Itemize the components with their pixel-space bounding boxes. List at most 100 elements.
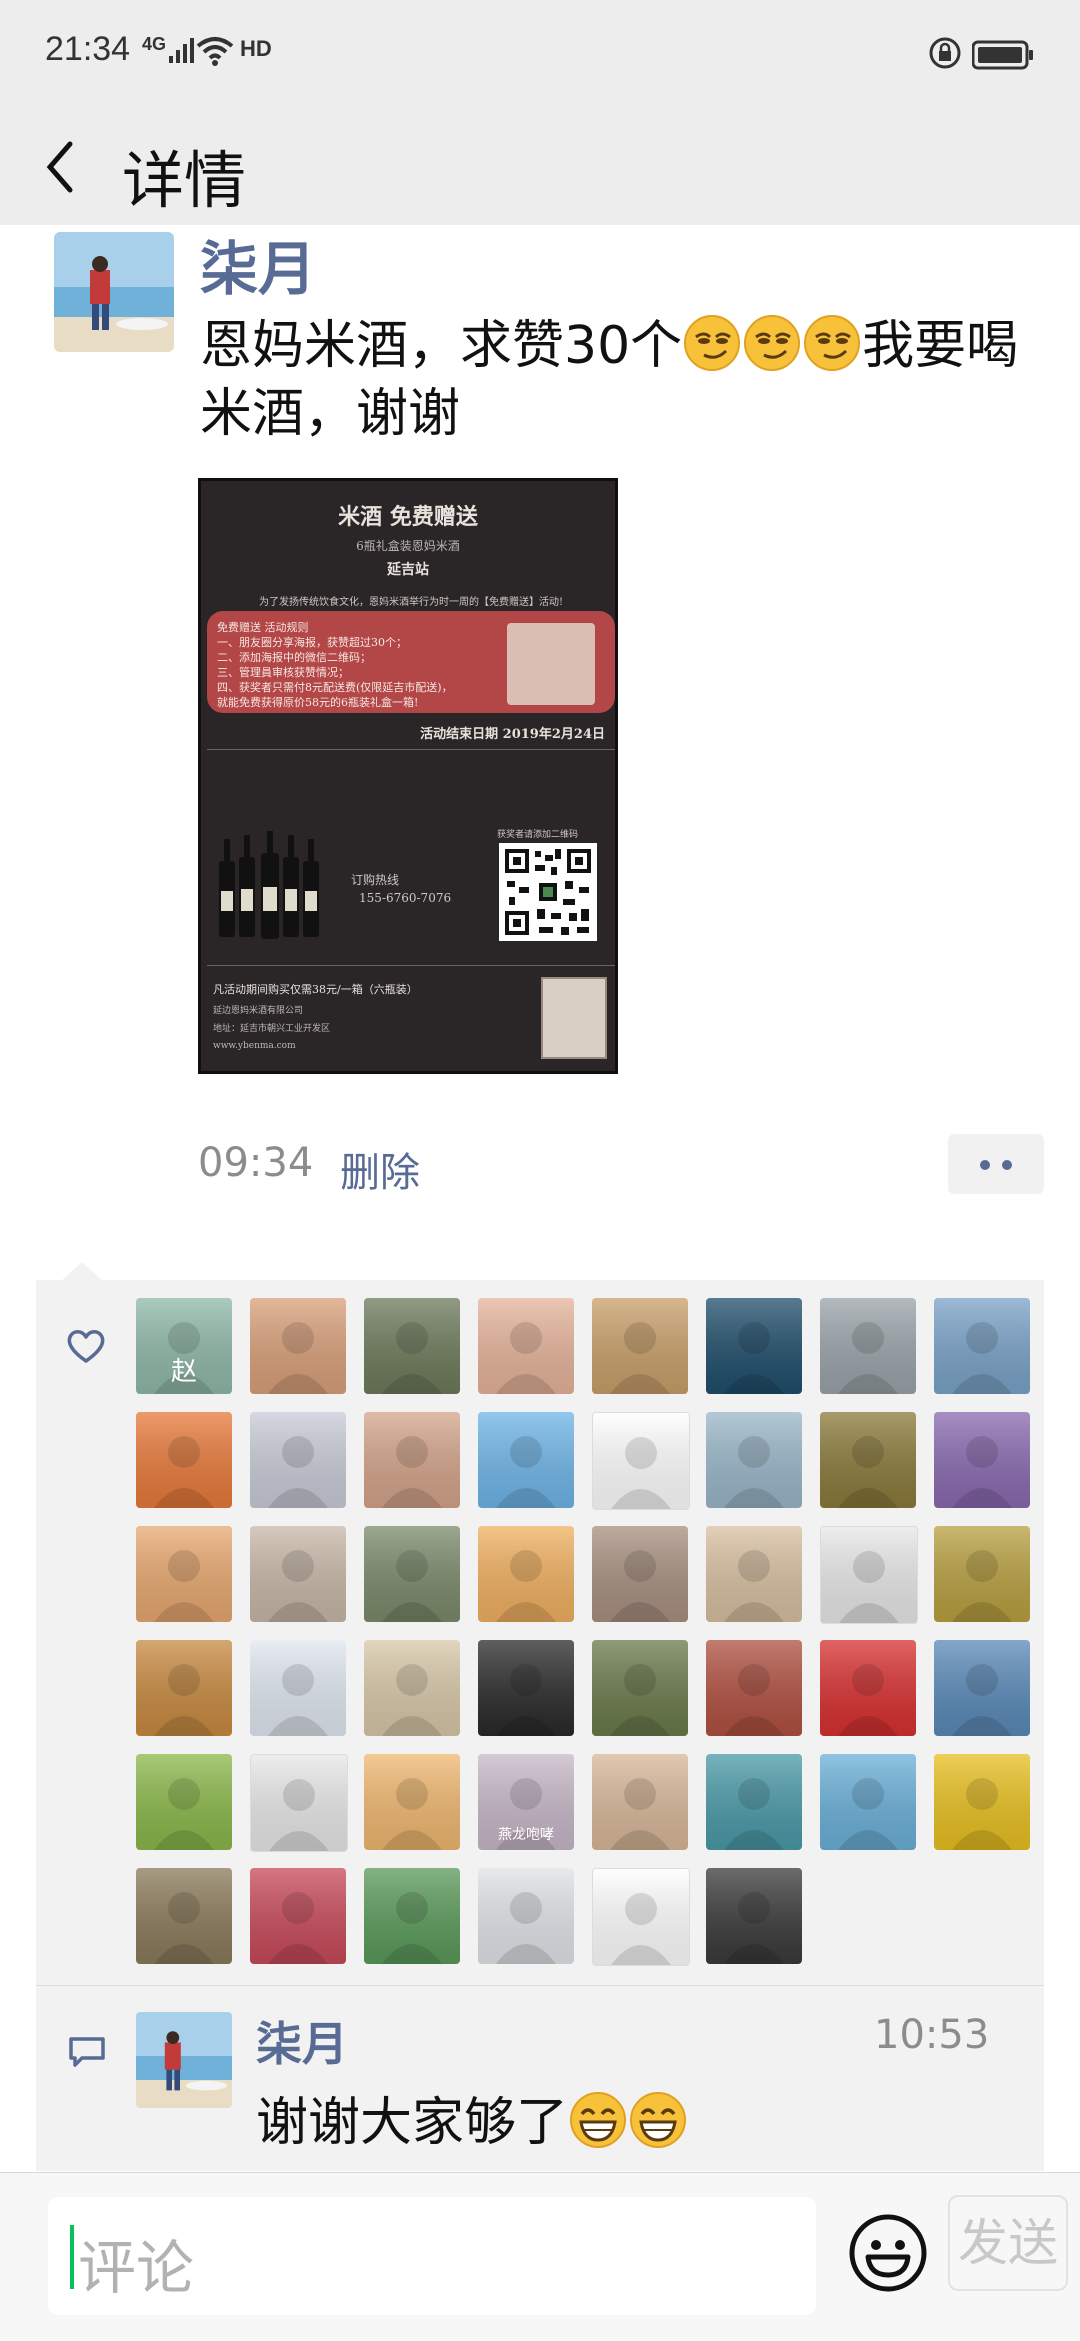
like-avatar[interactable]: 燕龙咆哮: [478, 1754, 574, 1850]
delete-link[interactable]: 删除: [340, 1140, 420, 1198]
like-avatar[interactable]: [250, 1298, 346, 1394]
poster-city: 延吉站: [387, 562, 429, 578]
comment-text-body: 谢谢大家够了: [256, 2093, 569, 2153]
like-avatar[interactable]: 赵: [136, 1298, 232, 1394]
nav-bar: 详情: [0, 110, 1080, 225]
poster-rules: 免费赠送 活动规则 一、朋友圈分享海报，获赞超过30个； 二、添加海报中的微信二…: [207, 611, 615, 713]
like-avatar[interactable]: [820, 1412, 916, 1508]
comment-input[interactable]: 评论: [48, 2197, 816, 2315]
wifi-icon: [196, 37, 234, 66]
like-avatar[interactable]: [364, 1298, 460, 1394]
commenter-avatar[interactable]: [136, 2012, 232, 2108]
comment-input-bar: 评论 发送: [0, 2172, 1080, 2341]
send-button[interactable]: 发送: [948, 2195, 1068, 2291]
poster-rule: 四、获奖者只需付8元配送费(仅限延吉市配送)，: [217, 681, 453, 694]
comment-icon: [69, 2037, 105, 2067]
poster-qr-caption: 获奖者请添加二维码: [497, 830, 579, 840]
like-avatar[interactable]: [706, 1526, 802, 1622]
like-avatar[interactable]: [364, 1868, 460, 1964]
like-avatar[interactable]: [934, 1526, 1030, 1622]
text-caret: [70, 2225, 74, 2289]
like-avatar[interactable]: [478, 1640, 574, 1736]
like-avatar[interactable]: [478, 1412, 574, 1508]
like-avatar[interactable]: [706, 1298, 802, 1394]
like-avatar[interactable]: [250, 1868, 346, 1964]
smirk-emoji-icon: [744, 315, 801, 371]
like-avatar[interactable]: [706, 1754, 802, 1850]
heart-icon: [67, 1330, 105, 1363]
like-avatar[interactable]: [820, 1298, 916, 1394]
like-avatar[interactable]: [250, 1754, 348, 1852]
poster-bottles-image: [219, 831, 319, 939]
poster-rule: 免费赠送 活动规则: [217, 621, 309, 634]
like-avatar[interactable]: [250, 1526, 346, 1622]
likes-panel-pointer: [60, 1262, 104, 1282]
poster-subtitle: 6瓶礼盒装恩妈米酒: [356, 539, 460, 553]
like-avatar[interactable]: [136, 1412, 232, 1508]
like-avatar[interactable]: [592, 1526, 688, 1622]
like-avatar[interactable]: [478, 1526, 574, 1622]
like-avatar[interactable]: [592, 1640, 688, 1736]
like-avatar[interactable]: [706, 1412, 802, 1508]
like-avatar[interactable]: [592, 1868, 690, 1966]
post-text: 恩妈米酒，求赞30个 我要喝米酒，谢谢: [200, 312, 1030, 448]
comment-placeholder: 评论: [78, 2234, 195, 2302]
comment-time: 10:53: [874, 2012, 990, 2058]
like-avatar[interactable]: [934, 1298, 1030, 1394]
post-image[interactable]: 米酒 免费赠送 6瓶礼盒装恩妈米酒 延吉站 为了发扬传统饮食文化，恩妈米酒举行为…: [198, 478, 618, 1074]
poster-title: 米酒 免费赠送: [338, 504, 478, 530]
like-avatar[interactable]: [592, 1754, 688, 1850]
commenter-name[interactable]: 柒月: [256, 2008, 348, 2074]
like-avatar[interactable]: [250, 1412, 346, 1508]
like-avatar[interactable]: [820, 1754, 916, 1850]
author-avatar[interactable]: [54, 232, 174, 352]
like-avatar[interactable]: [820, 1640, 916, 1736]
emoji-face-icon[interactable]: [848, 2213, 928, 2293]
poster-divider: [207, 749, 615, 750]
poster-product-photo: [507, 623, 595, 705]
smirk-emoji-icon: [804, 315, 861, 371]
like-avatar-label: 燕龙咆哮: [498, 1827, 554, 1843]
like-avatar[interactable]: [934, 1754, 1030, 1850]
like-avatar[interactable]: [364, 1640, 460, 1736]
like-avatar[interactable]: [934, 1640, 1030, 1736]
like-avatar[interactable]: [478, 1298, 574, 1394]
like-avatar[interactable]: [706, 1868, 802, 1964]
poster-end-date: 活动结束日期 2019年2月24日: [420, 727, 605, 742]
post-text-part1: 恩妈米酒，求赞30个: [200, 316, 683, 376]
poster-hotline-label: 订购热线: [351, 873, 400, 887]
grin-emoji-icon: [630, 2092, 687, 2148]
like-avatar-label: 赵: [170, 1357, 197, 1387]
like-avatar[interactable]: [250, 1640, 346, 1736]
like-avatar[interactable]: [592, 1298, 688, 1394]
like-avatar[interactable]: [136, 1640, 232, 1736]
like-avatar[interactable]: [364, 1526, 460, 1622]
status-time: 21:34: [45, 30, 131, 68]
poster-rule: 三、管理員审核获赞情况；: [217, 666, 349, 679]
like-avatar[interactable]: [364, 1412, 460, 1508]
poster-rule: 就能免费获得原价58元的6瓶装礼盒一箱!: [217, 696, 419, 709]
poster-intro: 为了发扬传统饮食文化，恩妈米酒举行为时一周的【免费赠送】活动!: [258, 597, 564, 608]
poster-divider: [207, 965, 615, 966]
chevron-left-icon[interactable]: [40, 132, 80, 202]
like-avatar[interactable]: [364, 1754, 460, 1850]
like-avatar[interactable]: [706, 1640, 802, 1736]
like-avatar[interactable]: [136, 1868, 232, 1964]
comment-text[interactable]: 谢谢大家够了: [256, 2080, 688, 2155]
lock-rotation-icon: [929, 37, 961, 69]
status-bar: 21:34 4G HD: [0, 0, 1080, 110]
poster-rule: 二、添加海报中的微信二维码；: [217, 651, 371, 664]
network-type: 4G: [142, 34, 167, 54]
like-avatar[interactable]: [592, 1412, 690, 1510]
like-avatar[interactable]: [934, 1412, 1030, 1508]
more-dots-icon[interactable]: [948, 1134, 1044, 1194]
like-avatar[interactable]: [136, 1526, 232, 1622]
author-name[interactable]: 柒月: [200, 222, 316, 306]
like-avatar[interactable]: [820, 1526, 918, 1624]
poster-gift-box: [541, 977, 607, 1059]
poster-website: www.ybenma.com: [213, 1041, 296, 1051]
poster-company: 延边恩妈米酒有限公司: [213, 1006, 304, 1016]
battery-icon: [972, 40, 1033, 70]
like-avatar[interactable]: [478, 1868, 574, 1964]
like-avatar[interactable]: [136, 1754, 232, 1850]
